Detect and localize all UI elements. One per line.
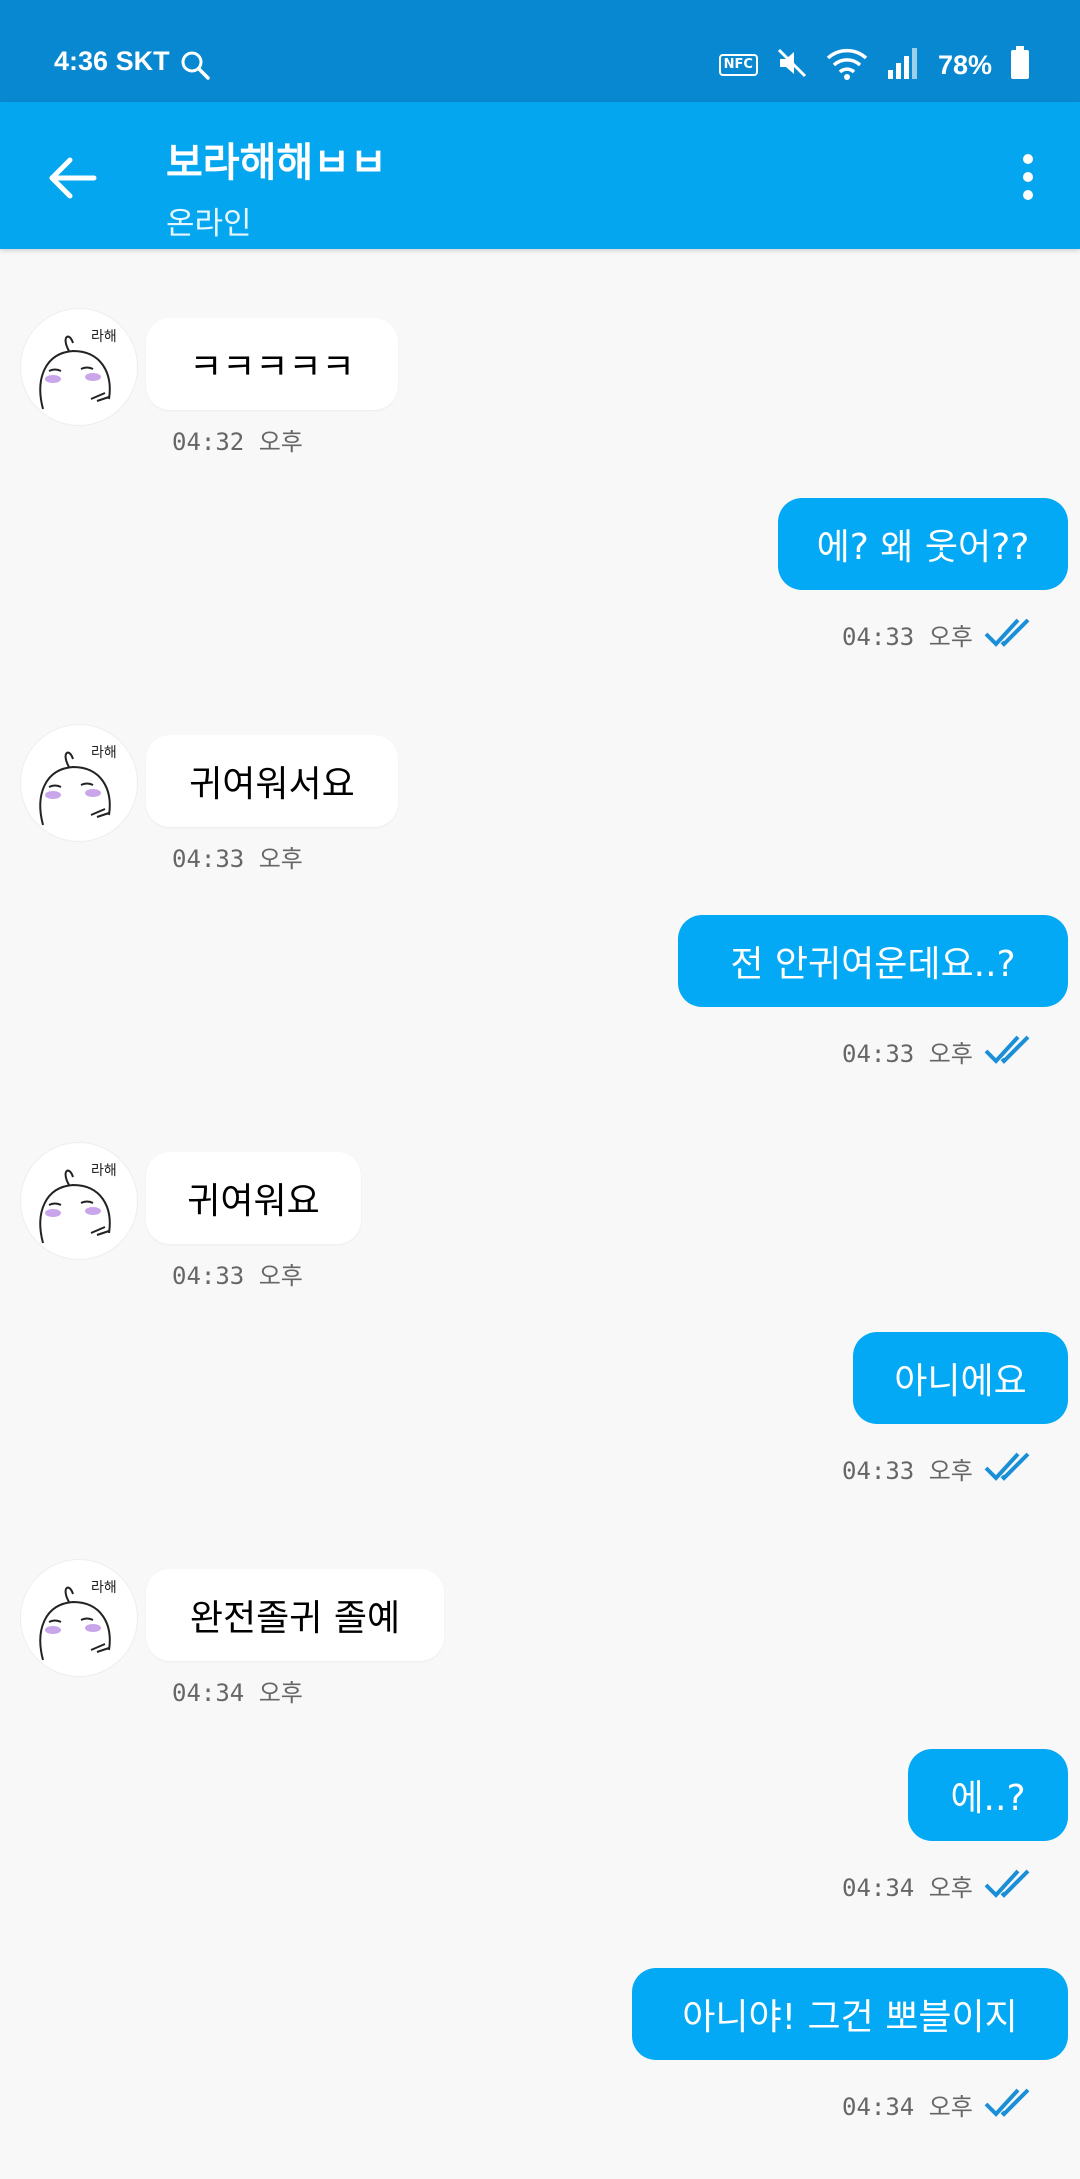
- message-timestamp: 04:33 오후: [172, 845, 303, 873]
- back-button[interactable]: [44, 150, 104, 206]
- clock: 4:36: [54, 46, 109, 76]
- message-bubble-outgoing[interactable]: 에? 왜 웃어??: [778, 498, 1068, 590]
- message-bubble-incoming[interactable]: 귀여워요: [146, 1152, 361, 1244]
- svg-text:라해: 라해: [91, 1163, 117, 1179]
- nfc-icon: NFC: [718, 54, 758, 76]
- more-vert-icon: [1023, 154, 1033, 200]
- message-timestamp: 04:34 오후: [842, 2093, 973, 2121]
- message-timestamp: 04:34 오후: [172, 1679, 303, 1707]
- svg-text:라해: 라해: [91, 329, 117, 345]
- mute-icon: [776, 47, 808, 83]
- battery-level: 78%: [937, 49, 992, 80]
- svg-text:라해: 라해: [91, 745, 117, 761]
- online-status: 온라인: [166, 206, 252, 242]
- message-bubble-outgoing[interactable]: 전 안귀여운데요..?: [678, 915, 1068, 1007]
- message-bubble-outgoing[interactable]: 에..?: [908, 1749, 1068, 1841]
- status-time: 4:36 SKT: [54, 46, 170, 77]
- more-menu-button[interactable]: [1006, 147, 1050, 207]
- avatar-illustration: 라해: [39, 1163, 117, 1244]
- wifi-icon: [826, 46, 868, 84]
- double-check-icon: [984, 618, 1030, 647]
- message-timestamp: 04:32 오후: [172, 428, 303, 456]
- message-bubble-outgoing[interactable]: 아니에요: [853, 1332, 1068, 1424]
- message-bubble-outgoing[interactable]: 아니야! 그건 뽀블이지: [632, 1968, 1068, 2060]
- status-bar: 4:36 SKT NFC 78%: [0, 0, 1080, 102]
- avatar[interactable]: 라해: [20, 308, 138, 426]
- message-bubble-incoming[interactable]: 귀여워서요: [146, 735, 398, 827]
- avatar-illustration: 라해: [39, 329, 117, 410]
- carrier-label: SKT: [115, 46, 170, 76]
- search-icon: [180, 50, 210, 84]
- message-timestamp: 04:34 오후: [842, 1874, 973, 1902]
- double-check-icon: [984, 1035, 1030, 1064]
- avatar[interactable]: 라해: [20, 1559, 138, 1677]
- double-check-icon: [984, 1452, 1030, 1481]
- arrow-left-icon: [49, 157, 97, 199]
- avatar-illustration: 라해: [39, 1580, 117, 1661]
- avatar[interactable]: 라해: [20, 1142, 138, 1260]
- chat-header: 보라해해ㅂㅂ 온라인: [0, 102, 1080, 249]
- chat-title[interactable]: 보라해해ㅂㅂ: [166, 130, 387, 188]
- signal-icon: [886, 46, 920, 84]
- message-bubble-incoming[interactable]: 완전졸귀 졸예: [146, 1569, 444, 1661]
- message-timestamp: 04:33 오후: [842, 1040, 973, 1068]
- double-check-icon: [984, 1869, 1030, 1898]
- double-check-icon: [984, 2088, 1030, 2117]
- avatar-illustration: 라해: [39, 745, 117, 826]
- svg-text:라해: 라해: [91, 1580, 117, 1596]
- message-bubble-incoming[interactable]: ㅋㅋㅋㅋㅋ: [146, 318, 398, 410]
- message-timestamp: 04:33 오후: [842, 1457, 973, 1485]
- avatar[interactable]: 라해: [20, 724, 138, 842]
- status-icons: NFC 78%: [718, 46, 1030, 84]
- message-timestamp: 04:33 오후: [172, 1262, 303, 1290]
- message-timestamp: 04:33 오후: [842, 623, 973, 651]
- battery-icon: [1010, 46, 1030, 84]
